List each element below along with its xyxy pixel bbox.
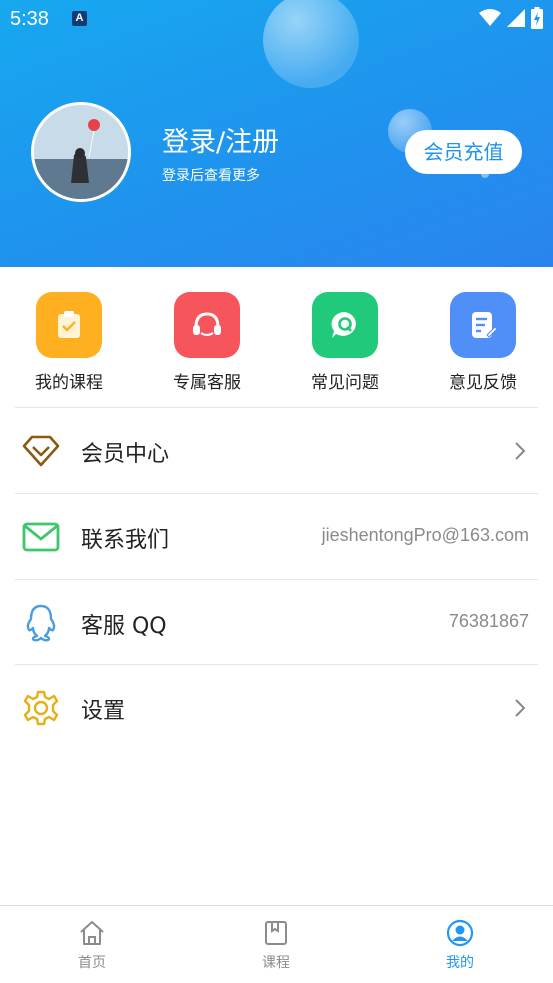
menu-item-label: 会员中心 — [81, 442, 170, 467]
vip-recharge-button[interactable]: 会员充值 — [405, 130, 522, 174]
quick-action-label: 专属客服 — [173, 373, 241, 393]
menu-item-label: 客服 QQ — [81, 614, 167, 639]
mail-icon — [22, 518, 60, 556]
tab-label: 首页 — [78, 955, 106, 971]
question-chat-icon — [312, 292, 378, 358]
quick-action-support[interactable]: 专属客服 — [152, 292, 262, 393]
status-bar: 5:38 A — [0, 0, 553, 38]
book-icon — [261, 918, 291, 948]
headset-icon — [174, 292, 240, 358]
menu-item-vip-center[interactable]: 会员中心 — [0, 408, 553, 493]
gear-icon — [22, 689, 60, 727]
service-qq-number[interactable]: 76381867 — [449, 611, 529, 632]
wifi-icon — [479, 9, 501, 26]
quick-action-label: 意见反馈 — [449, 373, 517, 393]
menu-item-label: 设置 — [81, 699, 126, 724]
qq-icon — [22, 604, 60, 642]
avatar[interactable] — [31, 102, 131, 202]
status-time: 5:38 — [10, 8, 49, 30]
profile-header: 5:38 A 登录/注册 登录后查看更多 会员充值 — [0, 0, 553, 267]
avatar-photo — [34, 105, 128, 199]
status-icons — [479, 7, 543, 29]
quick-action-faq[interactable]: 常见问题 — [290, 292, 400, 393]
menu-item-label: 联系我们 — [81, 528, 170, 553]
quick-action-label: 常见问题 — [311, 373, 379, 393]
chevron-right-icon — [515, 442, 526, 460]
user-icon — [445, 918, 475, 948]
tab-label: 我的 — [446, 955, 474, 971]
quick-action-feedback[interactable]: 意见反馈 — [428, 292, 538, 393]
login-register-link[interactable]: 登录/注册 — [162, 120, 279, 159]
chevron-right-icon — [515, 699, 526, 717]
menu-item-service-qq[interactable]: 客服 QQ 76381867 — [0, 580, 553, 665]
diamond-icon — [22, 432, 60, 470]
quick-actions: 我的课程 专属客服 常见问题 意见反馈 — [0, 267, 553, 407]
home-icon — [77, 918, 107, 948]
menu-item-settings[interactable]: 设置 — [0, 665, 553, 750]
notification-badge-icon: A — [72, 11, 87, 26]
tab-home[interactable]: 首页 — [32, 918, 152, 972]
signal-icon — [507, 9, 525, 27]
battery-icon — [531, 7, 543, 29]
tab-label: 课程 — [262, 955, 290, 971]
menu-item-contact-us[interactable]: 联系我们 jieshentongPro@163.com — [0, 494, 553, 579]
clipboard-check-icon — [36, 292, 102, 358]
contact-email[interactable]: jieshentongPro@163.com — [322, 525, 529, 546]
quick-action-my-courses[interactable]: 我的课程 — [14, 292, 124, 393]
quick-action-label: 我的课程 — [35, 373, 103, 393]
login-hint: 登录后查看更多 — [162, 168, 260, 184]
bottom-tab-bar: 首页 课程 我的 — [0, 905, 553, 983]
tab-mine[interactable]: 我的 — [400, 918, 520, 972]
edit-note-icon — [450, 292, 516, 358]
tab-courses[interactable]: 课程 — [216, 918, 336, 972]
